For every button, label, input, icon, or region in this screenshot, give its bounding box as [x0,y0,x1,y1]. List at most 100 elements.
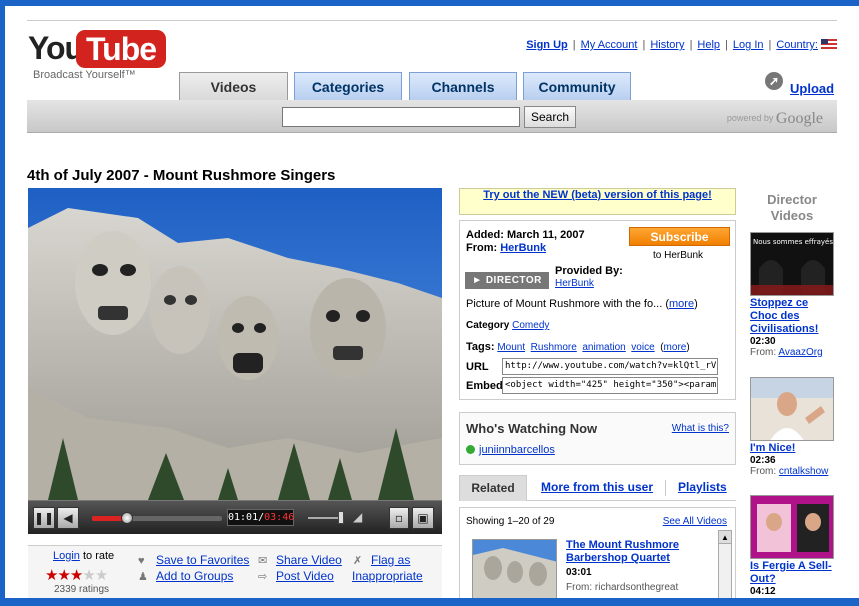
logo-tube-text: Tube [76,30,166,68]
scroll-up-icon[interactable]: ▲ [719,531,731,544]
fullscreen-icon[interactable]: ▣ [412,507,434,529]
what-is-this-link[interactable]: What is this? [672,423,729,434]
star-icon[interactable]: ★ [45,567,58,584]
search-input[interactable] [282,107,520,127]
flag-action[interactable]: ✗ Flag as [353,553,410,567]
url-field[interactable]: http://www.youtube.com/watch?v=klQtl_rVe… [502,358,718,375]
watcher-user-link[interactable]: juniinnbarcellos [479,444,555,456]
post-video-link[interactable]: Post Video [276,569,334,583]
rewind-icon[interactable]: ◀ [57,507,79,529]
sign-up-link[interactable]: Sign Up [526,39,568,51]
tag-voice[interactable]: voice [631,342,654,353]
rating-stars[interactable]: ★★★★★ [45,566,108,584]
director-video-user[interactable]: AvaazOrg [778,347,822,358]
description-text: Picture of Mount Rushmore with the fo... [466,298,663,310]
whos-watching-title: Who's Watching Now [466,421,598,436]
director-video-thumb[interactable] [750,495,834,559]
inappropriate-link[interactable]: Inappropriate [352,569,423,583]
screen-size-icon[interactable]: ▫ [389,507,409,529]
director-video-title[interactable]: Is Fergie A Sell-Out? [750,560,834,586]
director-video-user[interactable]: cntalkshow [779,466,828,477]
player-controls: ❚❚ ◀ 01:01/03:46 ◢ ▫ ▣ [28,500,442,534]
tab-community[interactable]: Community [523,72,631,100]
help-link[interactable]: Help [697,39,720,51]
whos-watching-box: Who's Watching Now What is this? juniinn… [459,412,736,465]
video-info-box: Added: March 11, 2007 From: HerBunk Subs… [459,220,736,400]
tab-related[interactable]: Related [459,475,527,501]
log-in-link[interactable]: Log In [733,39,764,51]
director-video-item: Nous sommes effrayés Stoppez ce Choc des… [750,232,834,358]
tags-more-link[interactable]: more [664,342,687,353]
share-action[interactable]: ✉ Share Video [258,553,342,567]
director-video-from: From: cntalkshow [750,466,834,477]
description-more-link[interactable]: more [669,298,694,310]
history-link[interactable]: History [650,39,684,51]
add-groups-action[interactable]: ♟ Add to Groups [138,569,233,583]
video-actions: Login to rate ★★★★★ 2339 ratings ♥ Save t… [28,545,442,600]
upload-arrow-icon[interactable]: ➚ [765,72,783,90]
window-frame-top [0,0,859,6]
director-video-duration: 02:36 [750,455,776,466]
added-date: March 11, 2007 [506,229,585,241]
speaker-icon[interactable]: ◢ [353,510,362,524]
related-item-from: From: richardsonthegreat [566,582,679,593]
flag-as-link[interactable]: Flag as [371,553,410,567]
my-account-link[interactable]: My Account [581,39,638,51]
see-all-videos-link[interactable]: See All Videos [663,516,727,527]
tab-videos[interactable]: Videos [179,72,288,100]
director-thumb-image-3 [751,496,833,558]
star-icon[interactable]: ★ [70,567,83,584]
tags-label: Tags: [466,341,495,353]
added-row: Added: March 11, 2007 [466,229,585,241]
subscribe-button[interactable]: Subscribe [629,227,730,246]
description: Picture of Mount Rushmore with the fo...… [466,298,698,310]
inappropriate-action[interactable]: Inappropriate [352,569,423,583]
category-link[interactable]: Comedy [512,320,549,331]
country-link[interactable]: Country: [776,39,818,51]
tag-rushmore[interactable]: Rushmore [531,342,577,353]
category-row: Category Comedy [466,320,549,331]
director-video-title[interactable]: Stoppez ce Choc des Civilisations! [750,297,834,336]
search-button[interactable]: Search [524,106,576,128]
us-flag-icon[interactable] [821,39,837,49]
progress-handle[interactable] [121,512,134,524]
tab-channels[interactable]: Channels [409,72,517,100]
login-link[interactable]: Login [53,550,80,562]
video-player[interactable] [28,188,442,500]
time-current: 01:01 [228,512,259,523]
related-item-title[interactable]: The Mount Rushmore Barbershop Quartet [566,539,706,565]
from-label: From: [466,242,498,254]
star-icon[interactable]: ★ [95,567,108,584]
progress-bar[interactable] [92,512,222,524]
logo-you-text: You [28,30,84,66]
provided-user-link[interactable]: HerBunk [555,278,594,289]
pause-icon[interactable]: ❚❚ [33,507,55,529]
related-scrollbar[interactable]: ▲ [718,530,732,601]
share-video-link[interactable]: Share Video [276,553,342,567]
post-action[interactable]: ⇨ Post Video [258,569,334,583]
director-video-thumb[interactable] [750,377,834,441]
volume-handle[interactable] [338,511,344,524]
thumb-caption: Nous sommes effrayés [753,238,833,246]
related-thumb[interactable] [472,539,557,599]
tag-animation[interactable]: animation [582,342,625,353]
director-videos-heading: Director Videos [767,192,817,223]
add-to-groups-link[interactable]: Add to Groups [156,569,233,583]
subscribe-to-text: to HerBunk [653,250,704,261]
director-video-thumb[interactable]: Nous sommes effrayés [750,232,834,296]
tab-playlists[interactable]: Playlists [678,475,727,501]
tab-categories[interactable]: Categories [294,72,402,100]
tab-more-from-user[interactable]: More from this user [541,475,653,501]
beta-link[interactable]: Try out the NEW (beta) version of this p… [483,189,712,201]
provided-by-label: Provided By: [555,265,623,277]
star-icon[interactable]: ★ [82,567,95,584]
save-favorites-action[interactable]: ♥ Save to Favorites [138,553,249,567]
from-user-link[interactable]: HerBunk [500,242,546,254]
star-icon[interactable]: ★ [57,567,70,584]
added-label: Added: [466,229,504,241]
director-video-title[interactable]: I'm Nice! [750,442,834,455]
tag-mount[interactable]: Mount [497,342,525,353]
embed-field[interactable]: <object width="425" height="350"><param … [502,377,718,394]
upload-link[interactable]: Upload [790,81,834,96]
save-to-favorites-link[interactable]: Save to Favorites [156,553,249,567]
